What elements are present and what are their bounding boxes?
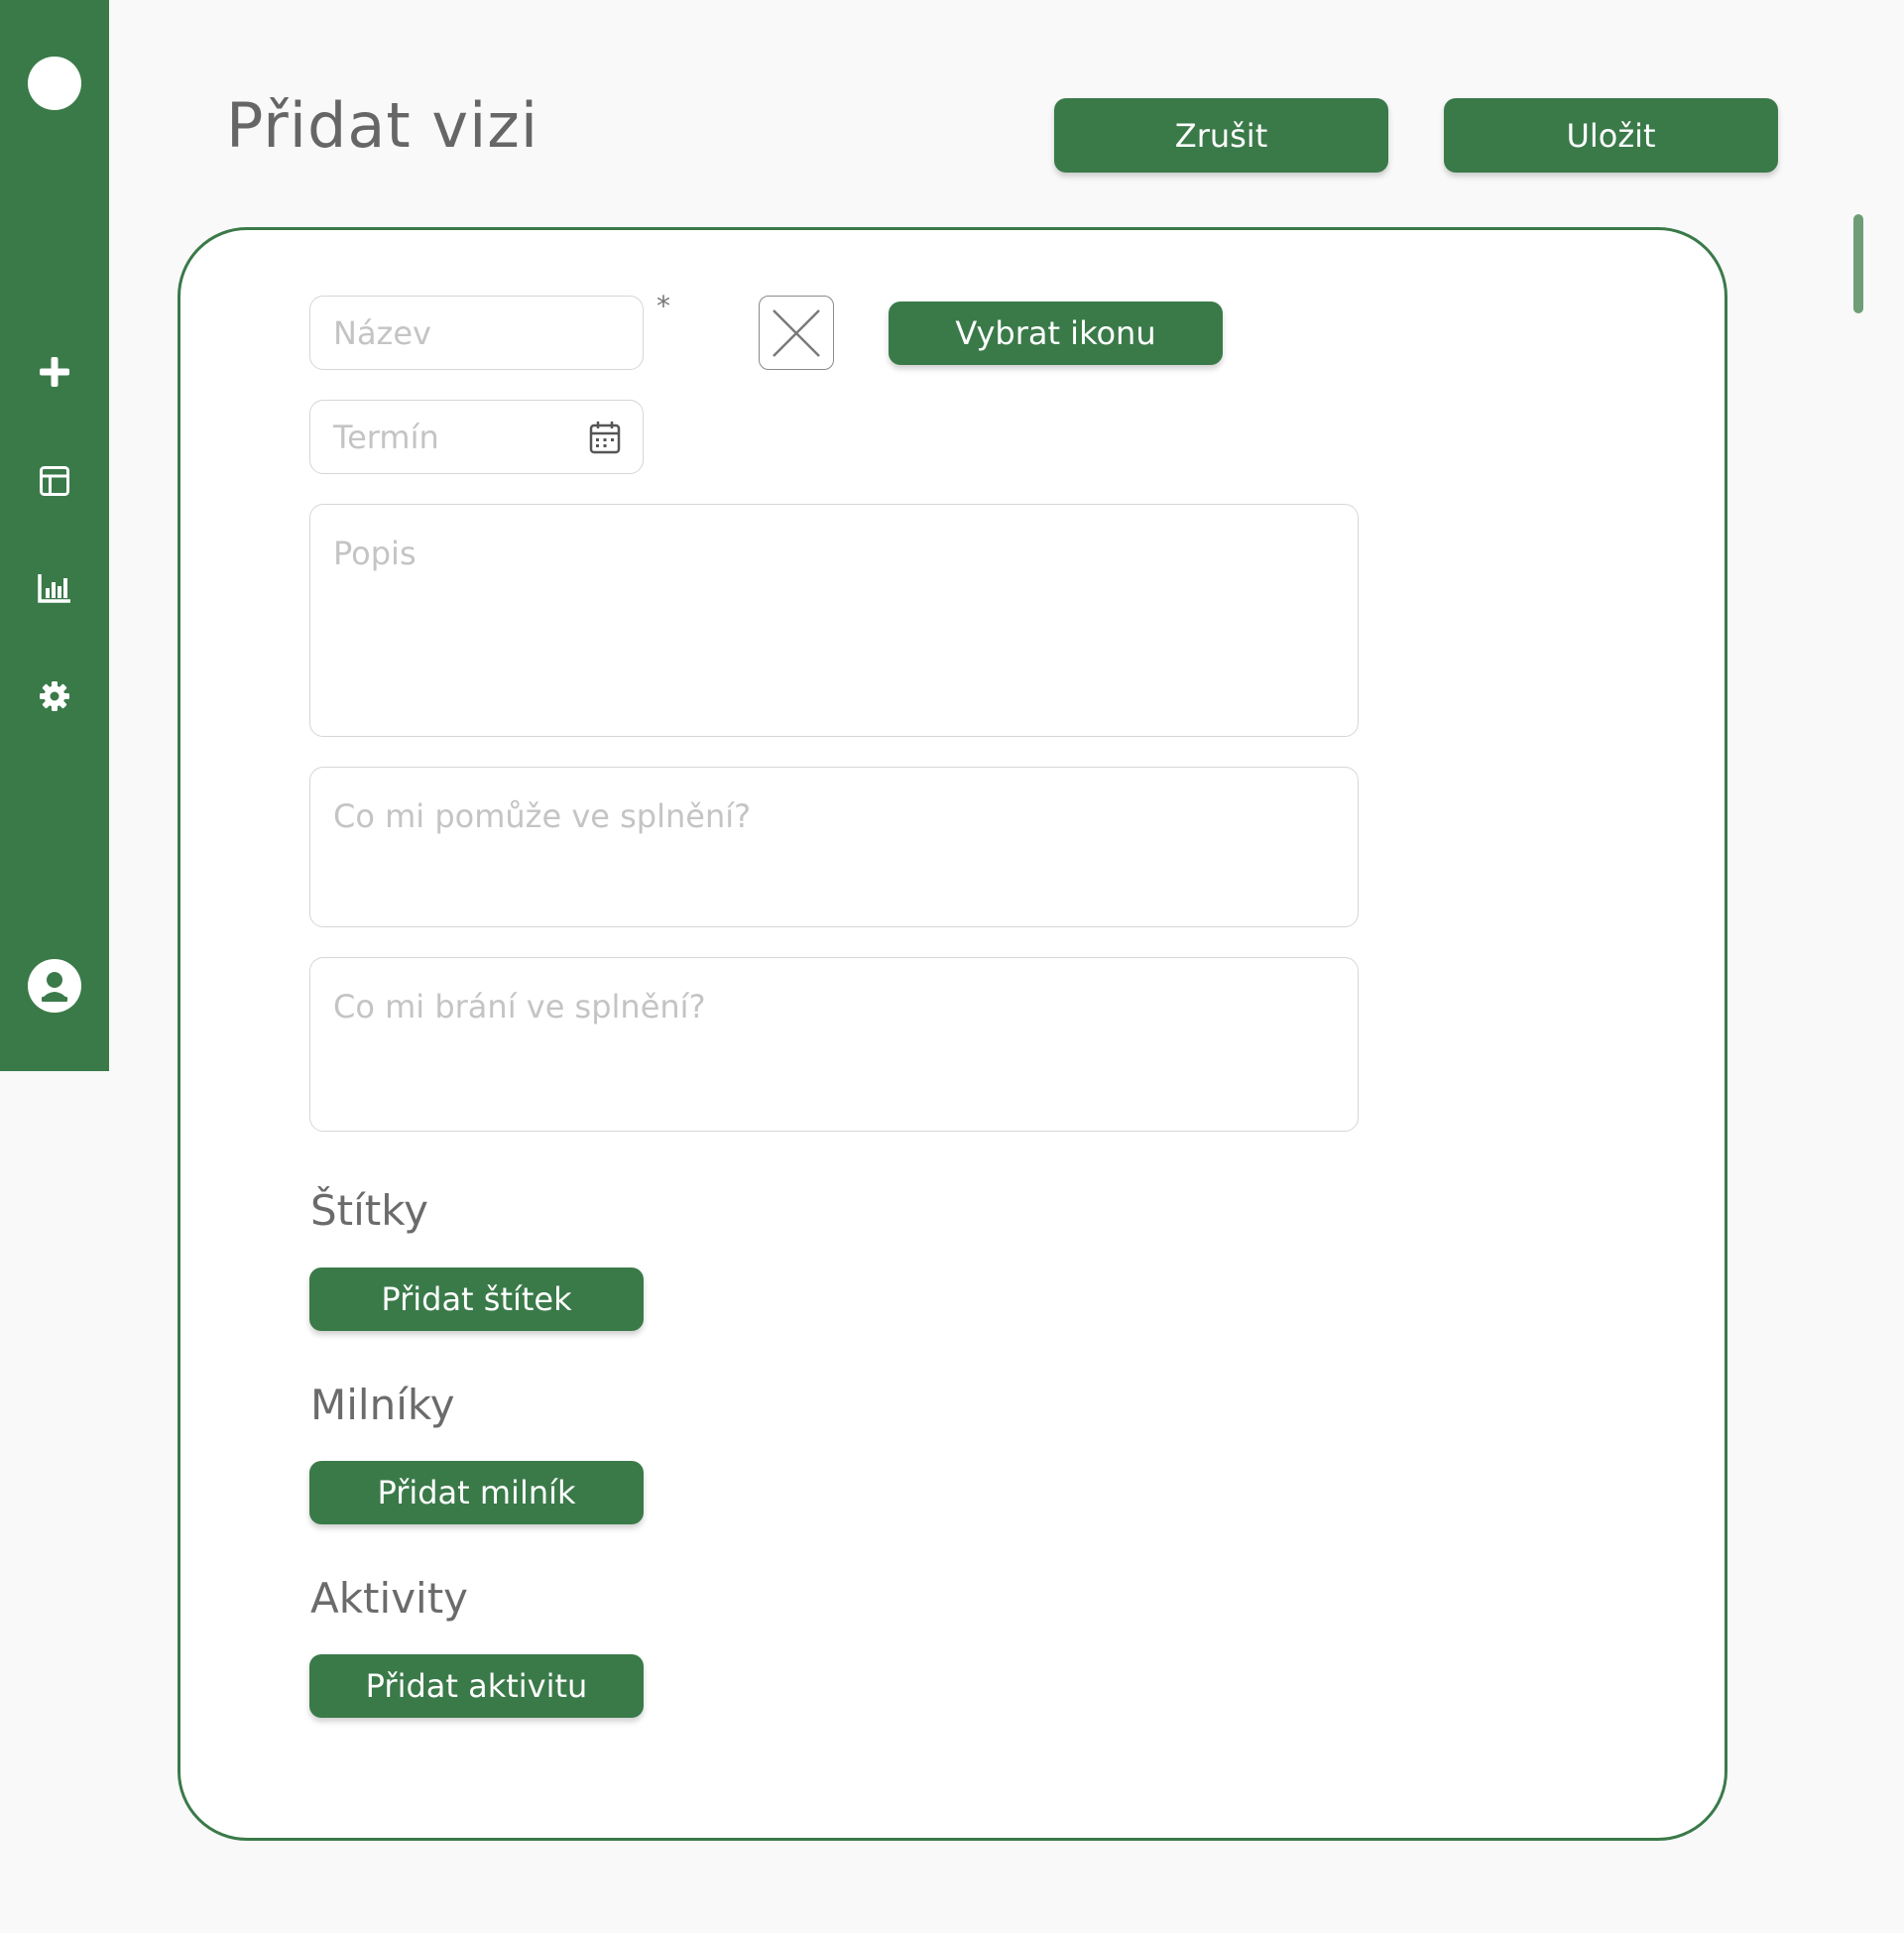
required-mark: * — [656, 290, 670, 322]
deadline-placeholder: Termín — [333, 418, 439, 456]
bar-chart-icon — [38, 574, 70, 603]
layout-icon — [40, 466, 69, 496]
gear-icon — [40, 681, 69, 711]
close-icon — [773, 308, 820, 357]
sidebar-item-profile[interactable] — [0, 958, 109, 1014]
deadline-input[interactable]: Termín — [309, 400, 644, 474]
save-button[interactable]: Uložit — [1444, 98, 1778, 173]
cancel-button[interactable]: Zrušit — [1054, 98, 1388, 173]
plus-icon — [40, 357, 69, 387]
add-activity-button[interactable]: Přidat aktivitu — [309, 1654, 644, 1718]
scrollbar-thumb[interactable] — [1853, 214, 1863, 313]
sidebar-item-add[interactable] — [0, 352, 109, 392]
name-placeholder: Název — [333, 313, 431, 352]
milestones-section-title: Milníky — [310, 1381, 455, 1429]
activities-section-title: Aktivity — [310, 1574, 469, 1623]
description-textarea[interactable]: Popis — [309, 504, 1359, 737]
sidebar-item-settings[interactable] — [0, 676, 109, 716]
choose-icon-button[interactable]: Vybrat ikonu — [889, 302, 1223, 365]
add-milestone-button[interactable]: Přidat milník — [309, 1461, 644, 1524]
logo[interactable] — [0, 57, 109, 110]
sidebar-item-stats[interactable] — [0, 568, 109, 608]
icon-preview[interactable] — [759, 296, 834, 370]
logo-circle-icon — [28, 57, 81, 110]
name-input[interactable]: Název — [309, 296, 644, 370]
helps-textarea[interactable]: Co mi pomůže ve splnění? — [309, 767, 1359, 927]
helps-placeholder: Co mi pomůže ve splnění? — [333, 797, 752, 835]
description-placeholder: Popis — [333, 535, 416, 572]
sidebar-item-dashboard[interactable] — [0, 461, 109, 501]
blocks-placeholder: Co mi brání ve splnění? — [333, 988, 706, 1026]
add-tag-button[interactable]: Přidat štítek — [309, 1268, 644, 1331]
page-title: Přidat vizi — [226, 89, 539, 162]
user-icon — [28, 959, 81, 1013]
calendar-icon[interactable] — [589, 421, 621, 454]
blocks-textarea[interactable]: Co mi brání ve splnění? — [309, 957, 1359, 1132]
sidebar — [0, 0, 109, 1071]
tags-section-title: Štítky — [310, 1186, 428, 1235]
